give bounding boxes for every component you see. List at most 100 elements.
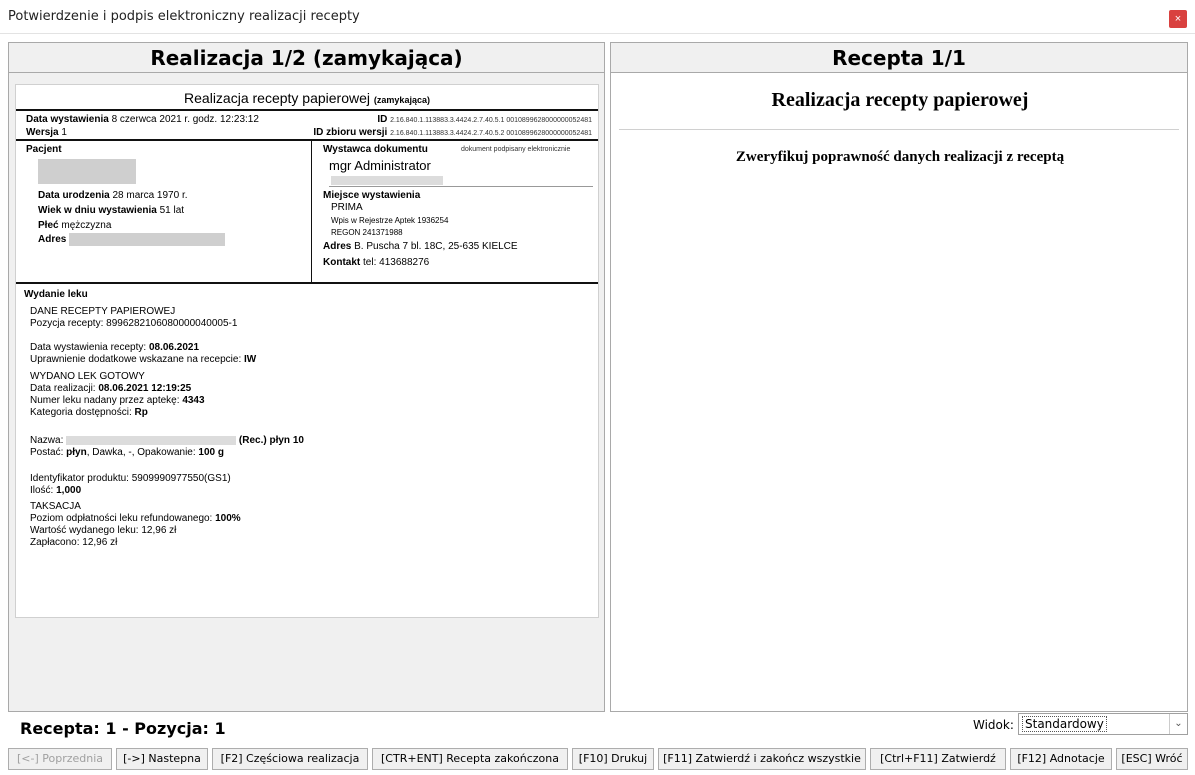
paid-label: Zapłacono: bbox=[30, 537, 80, 548]
entitlement-label: Uprawnienie dodatkowe wskazane na recepc… bbox=[30, 354, 242, 365]
category-row: Kategoria dostępności: Rp bbox=[30, 407, 148, 418]
drug-form-row: Postać: płyn, Dawka, -, Opakowanie: 100 … bbox=[30, 447, 224, 458]
annotations-button[interactable]: [F12] Adnotacje bbox=[1010, 748, 1112, 770]
print-button[interactable]: [F10] Drukuj bbox=[572, 748, 654, 770]
issuer-heading: Wystawca dokumentu bbox=[323, 144, 428, 155]
patient-issuer-section: Pacjent Data urodzenia 28 marca 1970 r. … bbox=[16, 141, 598, 284]
product-id-value: 5909990977550(GS1) bbox=[131, 473, 231, 484]
birth-date-value: 28 marca 1970 r. bbox=[112, 190, 188, 201]
sex-value: mężczyzna bbox=[61, 220, 112, 231]
partial-realization-button[interactable]: [F2] Częściowa realizacja bbox=[212, 748, 368, 770]
rx-date-row: Data wystawienia recepty: 08.06.2021 bbox=[30, 342, 199, 353]
realization-date-label: Data realizacji: bbox=[30, 383, 96, 394]
quantity-value: 1,000 bbox=[56, 485, 82, 496]
id-set-label: ID zbioru wersji bbox=[313, 127, 388, 138]
document-title: Realizacja recepty papierowej (zamykając… bbox=[16, 85, 598, 111]
form-value: płyn bbox=[66, 447, 87, 458]
payment-level-value: 100% bbox=[215, 513, 241, 524]
form-label: Postać: bbox=[30, 447, 64, 458]
issuer-id-redacted bbox=[331, 176, 443, 185]
sex-row: Płeć mężczyzna bbox=[38, 220, 111, 231]
realization-document: Realizacja recepty papierowej (zamykając… bbox=[15, 84, 599, 618]
prescription-complete-button[interactable]: [CTR+ENT] Recepta zakończona bbox=[372, 748, 568, 770]
entitlement-value: IW bbox=[244, 354, 257, 365]
issue-date-value: 8 czerwca 2021 r. godz. 12:23:12 bbox=[111, 114, 259, 125]
prescription-panel: Recepta 1/1 Realizacja recepty papierowe… bbox=[610, 42, 1188, 712]
quantity-label: Ilość: bbox=[30, 485, 54, 496]
category-value: Rp bbox=[134, 407, 148, 418]
regon: REGON 241371988 bbox=[331, 228, 403, 237]
view-select[interactable]: Standardowy ⌄ bbox=[1018, 713, 1188, 735]
document-title-text: Realizacja recepty papierowej bbox=[184, 90, 371, 106]
prescription-doc-heading: Realizacja recepty papierowej bbox=[771, 89, 1029, 111]
approve-all-button[interactable]: [F11] Zatwierdź i zakończ wszystkie bbox=[658, 748, 866, 770]
issuer-name: mgr Administrator bbox=[329, 158, 431, 173]
window-title: Potwierdzenie i podpis elektroniczny rea… bbox=[8, 9, 360, 24]
approve-button[interactable]: [Ctrl+F11] Zatwierdź bbox=[870, 748, 1006, 770]
product-id-label: Identyfikator produktu: bbox=[30, 473, 129, 484]
entitlement-row: Uprawnienie dodatkowe wskazane na recepc… bbox=[30, 354, 256, 365]
contact-value: tel: 413688276 bbox=[363, 257, 430, 268]
id-set-value: 2.16.840.1.113883.3.4424.2.7.40.5.2 0010… bbox=[390, 130, 592, 137]
drug-value-row: Wartość wydanego leku: 12,96 zł bbox=[30, 525, 176, 536]
contact-label: Kontakt bbox=[323, 257, 361, 268]
close-icon[interactable]: × bbox=[1169, 10, 1187, 28]
product-id-row: Identyfikator produktu: 5909990977550(GS… bbox=[30, 473, 231, 484]
paper-data: DANE RECEPTY PAPIEROWEJ bbox=[30, 306, 176, 317]
dispense-heading: Wydanie leku bbox=[24, 289, 88, 300]
place-address-row: Adres B. Puscha 7 bl. 18C, 25-635 KIELCE bbox=[323, 241, 518, 252]
verify-message: Zweryfikuj poprawność danych realizacji … bbox=[735, 149, 1065, 165]
dose-text: , Dawka, -, Opakowanie: bbox=[86, 447, 196, 458]
age-label: Wiek w dniu wystawienia bbox=[38, 205, 157, 216]
issuer-divider bbox=[329, 186, 593, 187]
dispensed-status: WYDANO LEK GOTOWY bbox=[30, 371, 145, 382]
package-value: 100 g bbox=[198, 447, 224, 458]
taxation-heading: TAKSACJA bbox=[30, 501, 81, 512]
place-address-label: Adres bbox=[323, 241, 352, 252]
rx-date-value: 08.06.2021 bbox=[148, 342, 200, 353]
drug-number-label: Numer leku nadany przez aptekę: bbox=[30, 395, 180, 406]
document-title-suffix: (zamykająca) bbox=[373, 95, 430, 105]
signed-note: dokument podpisany elektronicznie bbox=[461, 146, 571, 153]
drug-name-label: Nazwa: bbox=[30, 435, 64, 446]
issuer-block: Wystawca dokumentu dokument podpisany el… bbox=[313, 141, 598, 282]
place-heading: Miejsce wystawienia bbox=[323, 190, 421, 201]
drug-name-row: Nazwa: (Rec.) płyn 10 bbox=[30, 435, 304, 446]
contact-row: Kontakt tel: 413688276 bbox=[323, 257, 429, 268]
next-button[interactable]: [->] Nastepna bbox=[116, 748, 208, 770]
realization-panel-header: Realizacja 1/2 (zamykająca) bbox=[9, 43, 604, 73]
prescription-position-status: Recepta: 1 - Pozycja: 1 bbox=[20, 719, 226, 738]
drug-name-redacted bbox=[66, 435, 237, 445]
place-name: PRIMA bbox=[331, 202, 363, 213]
previous-button[interactable]: [<-] Poprzednia bbox=[8, 748, 112, 770]
realization-panel: Realizacja 1/2 (zamykająca) Realizacja r… bbox=[8, 42, 605, 712]
drug-number-value: 4343 bbox=[182, 395, 205, 406]
rx-date-label: Data wystawienia recepty: bbox=[30, 342, 147, 353]
registry-entry: Wpis w Rejestrze Aptek 1936254 bbox=[331, 216, 449, 225]
patient-heading: Pacjent bbox=[26, 144, 62, 155]
patient-name-redacted bbox=[38, 159, 136, 184]
payment-level-row: Poziom odpłatności leku refundowanego: 1… bbox=[30, 513, 241, 524]
payment-level-label: Poziom odpłatności leku refundowanego: bbox=[30, 513, 213, 524]
position-row: Pozycja recepty: 8996282106080000040005-… bbox=[30, 318, 237, 329]
position-label: Pozycja recepty: bbox=[30, 318, 104, 329]
category-label: Kategoria dostępności: bbox=[30, 407, 132, 418]
back-button[interactable]: [ESC] Wróć bbox=[1116, 748, 1188, 770]
patient-address-redacted bbox=[69, 233, 226, 246]
age-row: Wiek w dniu wystawienia 51 lat bbox=[38, 205, 184, 216]
drug-number-row: Numer leku nadany przez aptekę: 4343 bbox=[30, 395, 205, 406]
patient-address-label: Adres bbox=[38, 234, 67, 246]
place-address-value: B. Puscha 7 bl. 18C, 25-635 KIELCE bbox=[354, 241, 518, 252]
position-value: 8996282106080000040005-1 bbox=[106, 318, 238, 329]
version-label: Wersja bbox=[26, 127, 59, 138]
drug-name-suffix: (Rec.) płyn 10 bbox=[238, 435, 304, 446]
realization-date-row: Data realizacji: 08.06.2021 12:19:25 bbox=[30, 383, 191, 394]
issue-date-label: Data wystawienia bbox=[26, 114, 109, 125]
age-value: 51 lat bbox=[159, 205, 185, 216]
paid-row: Zapłacono: 12,96 zł bbox=[30, 537, 117, 548]
birth-date-row: Data urodzenia 28 marca 1970 r. bbox=[38, 190, 188, 201]
chevron-down-icon[interactable]: ⌄ bbox=[1169, 714, 1187, 734]
id-value: 2.16.840.1.113883.3.4424.2.7.40.5.1 0010… bbox=[390, 117, 592, 124]
birth-date-label: Data urodzenia bbox=[38, 190, 110, 201]
prescription-divider bbox=[619, 129, 1179, 130]
